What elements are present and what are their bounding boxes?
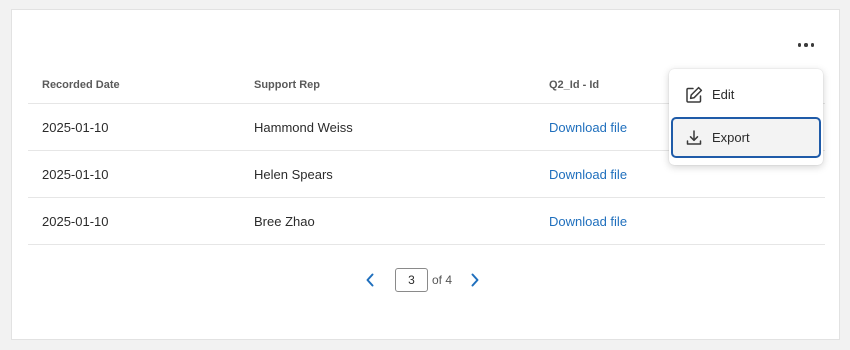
download-file-link[interactable]: Download file — [549, 198, 627, 244]
more-options-icon — [797, 43, 802, 47]
menu-item-export[interactable]: Export — [671, 117, 821, 158]
more-options-menu: Edit Export — [669, 69, 823, 165]
pagination: of 4 — [361, 267, 484, 292]
column-header-support-rep[interactable]: Support Rep — [254, 66, 320, 103]
edit-icon — [684, 85, 704, 105]
column-header-recorded-date[interactable]: Recorded Date — [42, 66, 120, 103]
menu-item-edit[interactable]: Edit — [671, 74, 821, 115]
page-count-label: of 4 — [432, 272, 453, 287]
recorded-date-cell: 2025-01-10 — [42, 213, 109, 229]
previous-page-button[interactable] — [361, 271, 379, 289]
table-row: 2025-01-10 Bree Zhao Download file — [28, 198, 825, 245]
support-rep-cell: Bree Zhao — [254, 213, 315, 229]
more-options-button[interactable] — [794, 38, 818, 52]
next-page-button[interactable] — [466, 271, 484, 289]
data-card: Recorded Date Support Rep Q2_Id - Id 202… — [11, 9, 840, 340]
menu-item-label: Edit — [712, 87, 735, 102]
download-file-link[interactable]: Download file — [549, 104, 627, 150]
page-number-input[interactable] — [395, 267, 428, 292]
support-rep-cell: Hammond Weiss — [254, 119, 353, 135]
recorded-date-cell: 2025-01-10 — [42, 166, 109, 182]
download-icon — [684, 128, 704, 148]
column-header-q2-id[interactable]: Q2_Id - Id — [549, 66, 599, 103]
chevron-right-icon — [471, 273, 479, 286]
recorded-date-cell: 2025-01-10 — [42, 119, 109, 135]
menu-item-label: Export — [712, 130, 750, 145]
support-rep-cell: Helen Spears — [254, 166, 333, 182]
chevron-left-icon — [366, 273, 374, 286]
download-file-link[interactable]: Download file — [549, 151, 627, 197]
